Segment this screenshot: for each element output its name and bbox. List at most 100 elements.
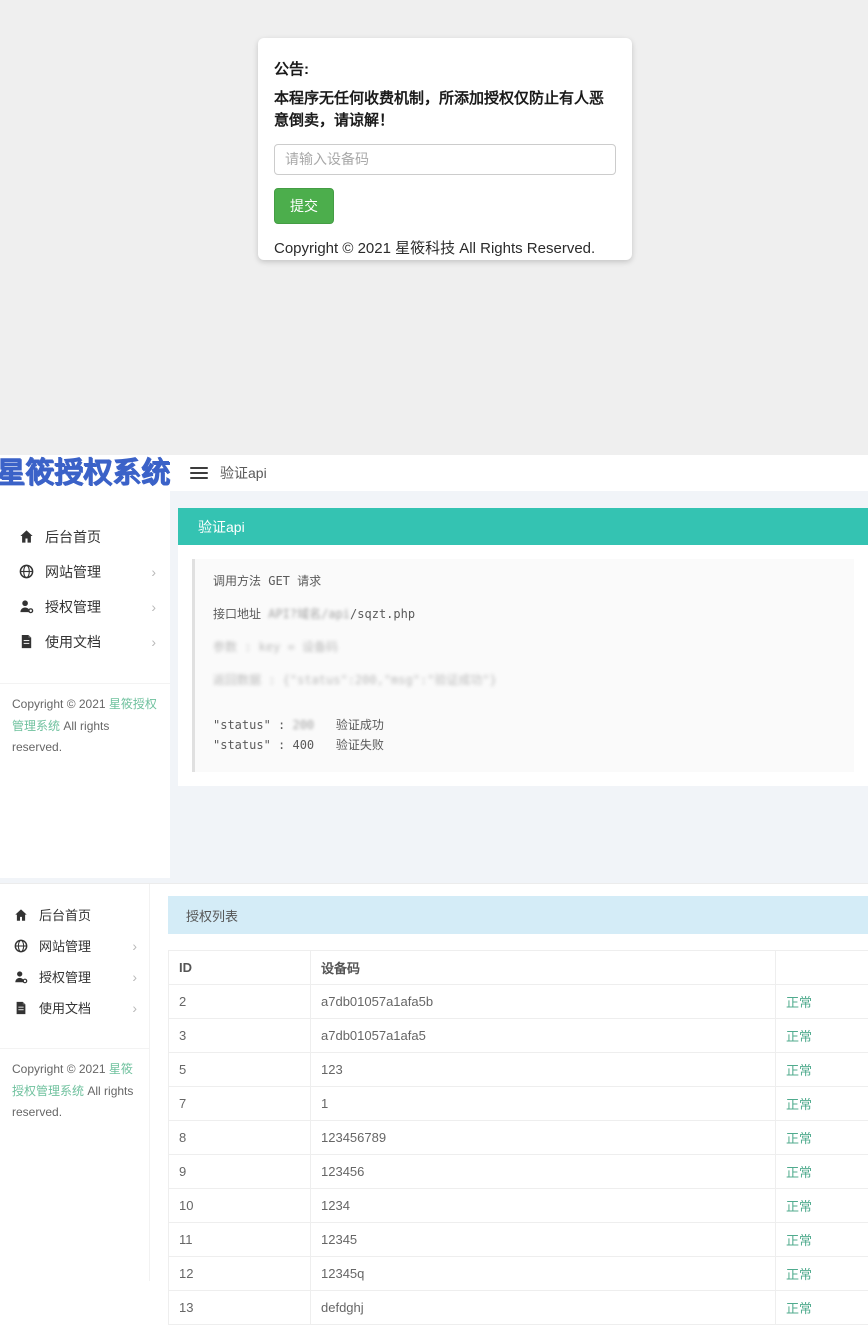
status-badge[interactable]: 正常 xyxy=(786,1165,812,1180)
table-row: 3 a7db01057a1afa5 正常 xyxy=(169,1019,868,1053)
table-header-row: ID 设备码 xyxy=(169,951,868,985)
sidebar-item-label: 使用文档 xyxy=(39,998,132,1017)
chevron-right-icon: › xyxy=(132,939,137,953)
blurred-param-line: 参数 : key = 设备码 xyxy=(213,638,836,655)
api-code-block: 调用方法 GET 请求 接口地址 API?域名/api/sqzt.php 参数 … xyxy=(192,559,854,772)
api-method-line: 调用方法 GET 请求 xyxy=(213,572,836,589)
globe-icon xyxy=(13,938,29,954)
header-breadcrumb-title: 验证api xyxy=(220,463,267,483)
hamburger-menu-icon[interactable] xyxy=(190,467,208,479)
sidebar-item-label: 使用文档 xyxy=(45,632,151,652)
verify-api-card-body: 调用方法 GET 请求 接口地址 API?域名/api/sqzt.php 参数 … xyxy=(178,545,868,786)
sidebar-item-home[interactable]: 后台首页 xyxy=(0,519,170,554)
auth-list-card: 授权列表 ID 设备码 2 a7db01057a1afa5b 正常 3 a7db… xyxy=(168,896,868,1325)
cell-device: 123456789 xyxy=(311,1121,776,1155)
blurred-api-address: API?域名/api xyxy=(268,607,350,621)
admin-verify-api-page: 星筱授权系统 验证api 后台首页 网站管理 › 授权管理 › xyxy=(0,455,868,883)
top-header: 验证api xyxy=(178,455,868,491)
status-badge[interactable]: 正常 xyxy=(786,1131,812,1146)
submit-button[interactable]: 提交 xyxy=(274,188,334,224)
home-icon xyxy=(13,907,29,923)
chevron-right-icon: › xyxy=(151,635,156,649)
sidebar-item-label: 授权管理 xyxy=(45,597,151,617)
sidebar-item-site-management[interactable]: 网站管理 › xyxy=(0,930,149,961)
table-row: 7 1 正常 xyxy=(169,1087,868,1121)
cell-device: 12345q xyxy=(311,1257,776,1291)
notice-body-text: 本程序无任何收费机制，所添加授权仅防止有人恶意倒卖，请谅解！ xyxy=(274,88,616,132)
user-icon xyxy=(13,969,29,985)
table-row: 2 a7db01057a1afa5b 正常 xyxy=(169,985,868,1019)
cell-id: 2 xyxy=(169,985,311,1019)
globe-icon xyxy=(18,564,34,580)
chevron-right-icon: › xyxy=(132,970,137,984)
sidebar-item-home[interactable]: 后台首页 xyxy=(0,899,149,930)
sidebar-item-site-management[interactable]: 网站管理 › xyxy=(0,554,170,589)
cell-device: a7db01057a1afa5 xyxy=(311,1019,776,1053)
user-icon xyxy=(18,599,34,615)
cell-id: 8 xyxy=(169,1121,311,1155)
table-row: 8 123456789 正常 xyxy=(169,1121,868,1155)
home-icon xyxy=(18,529,34,545)
table-row: 11 12345 正常 xyxy=(169,1223,868,1257)
sidebar-item-auth-management[interactable]: 授权管理 › xyxy=(0,961,149,992)
chevron-right-icon: › xyxy=(151,600,156,614)
sidebar-item-label: 网站管理 xyxy=(45,562,151,582)
status-badge[interactable]: 正常 xyxy=(786,995,812,1010)
status-ok-line: "status" : 200 验证成功 xyxy=(213,716,836,733)
sidebar: 后台首页 网站管理 › 授权管理 › 使用文档 › Copyright © 20… xyxy=(0,884,150,1281)
status-badge[interactable]: 正常 xyxy=(786,1029,812,1044)
app-logo[interactable]: 星筱授权系统 xyxy=(0,455,178,491)
api-address-line: 接口地址 API?域名/api/sqzt.php xyxy=(213,605,836,622)
document-icon xyxy=(18,634,34,650)
table-row: 13 defdghj 正常 xyxy=(169,1291,868,1325)
notice-title: 公告: xyxy=(274,58,616,79)
device-code-input[interactable] xyxy=(274,144,616,175)
chevron-right-icon: › xyxy=(132,1001,137,1015)
cell-device: 123 xyxy=(311,1053,776,1087)
notice-page-background: 公告: 本程序无任何收费机制，所添加授权仅防止有人恶意倒卖，请谅解！ 提交 Co… xyxy=(0,0,868,455)
sidebar-item-label: 网站管理 xyxy=(39,936,132,955)
sidebar-item-auth-management[interactable]: 授权管理 › xyxy=(0,589,170,624)
status-badge[interactable]: 正常 xyxy=(786,1233,812,1248)
notice-card: 公告: 本程序无任何收费机制，所添加授权仅防止有人恶意倒卖，请谅解！ 提交 Co… xyxy=(258,38,632,260)
sidebar-copyright: Copyright © 2021 星筱授权管理系统 All rights res… xyxy=(0,1048,149,1124)
status-badge[interactable]: 正常 xyxy=(786,1199,812,1214)
sidebar-item-docs[interactable]: 使用文档 › xyxy=(0,624,170,659)
table-row: 10 1234 正常 xyxy=(169,1189,868,1223)
sidebar-item-docs[interactable]: 使用文档 › xyxy=(0,992,149,1023)
status-badge[interactable]: 正常 xyxy=(786,1301,812,1316)
verify-api-card-title: 验证api xyxy=(178,508,868,545)
cell-id: 7 xyxy=(169,1087,311,1121)
cell-id: 10 xyxy=(169,1189,311,1223)
status-badge[interactable]: 正常 xyxy=(786,1097,812,1112)
cell-device: 123456 xyxy=(311,1155,776,1189)
logo-bar: 星筱授权系统 xyxy=(0,455,178,491)
verify-api-card: 验证api 调用方法 GET 请求 接口地址 API?域名/api/sqzt.p… xyxy=(178,508,868,786)
admin-auth-list-page: 后台首页 网站管理 › 授权管理 › 使用文档 › Copyright © 20… xyxy=(0,883,868,1280)
cell-device: defdghj xyxy=(311,1291,776,1325)
cell-device: a7db01057a1afa5b xyxy=(311,985,776,1019)
blurred-return-line: 返回数据 : {"status":200,"msg":"验证成功"} xyxy=(213,671,836,688)
cell-device: 1234 xyxy=(311,1189,776,1223)
sidebar-item-label: 后台首页 xyxy=(39,905,137,924)
sidebar: 后台首页 网站管理 › 授权管理 › 使用文档 › Copyright © 20… xyxy=(0,491,170,878)
sidebar-copyright: Copyright © 2021 星筱授权管理系统 All rights res… xyxy=(0,683,170,759)
cell-id: 3 xyxy=(169,1019,311,1053)
status-badge[interactable]: 正常 xyxy=(786,1063,812,1078)
table-row: 5 123 正常 xyxy=(169,1053,868,1087)
cell-id: 12 xyxy=(169,1257,311,1291)
sidebar-item-label: 后台首页 xyxy=(45,527,156,547)
cell-id: 13 xyxy=(169,1291,311,1325)
column-header-id: ID xyxy=(169,951,311,985)
chevron-right-icon: › xyxy=(151,565,156,579)
cell-device: 12345 xyxy=(311,1223,776,1257)
table-row: 9 123456 正常 xyxy=(169,1155,868,1189)
column-header-status xyxy=(776,951,868,985)
table-row: 12 12345q 正常 xyxy=(169,1257,868,1291)
column-header-device: 设备码 xyxy=(311,951,776,985)
cell-device: 1 xyxy=(311,1087,776,1121)
document-icon xyxy=(13,1000,29,1016)
sidebar-item-label: 授权管理 xyxy=(39,967,132,986)
auth-list-card-title: 授权列表 xyxy=(168,896,868,934)
cell-id: 11 xyxy=(169,1223,311,1257)
